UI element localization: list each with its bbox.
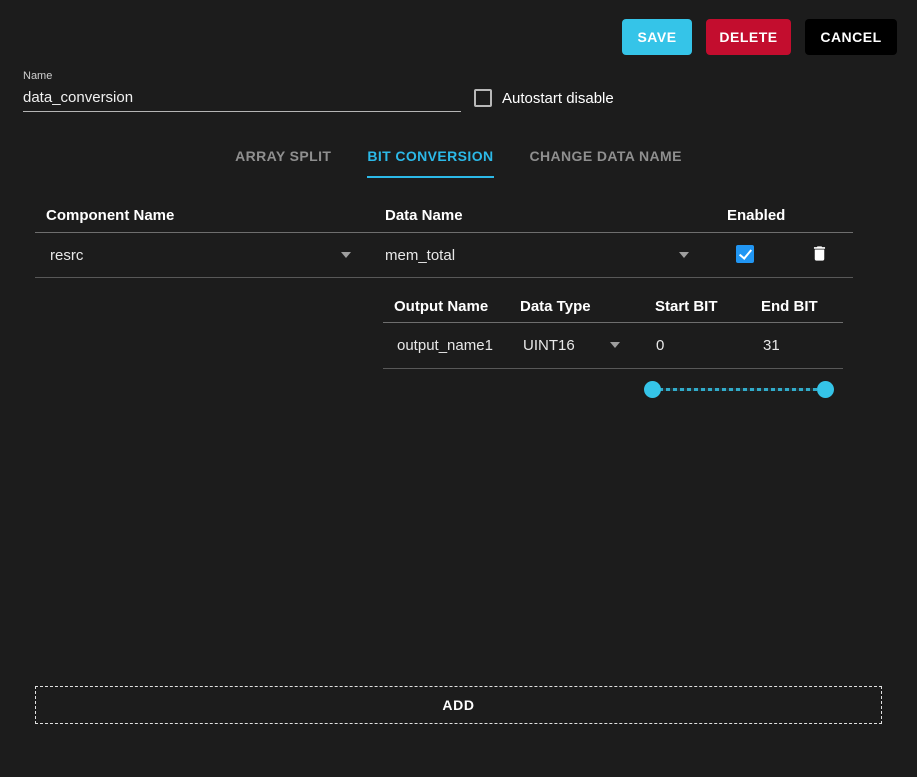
tab-change-data-name[interactable]: CHANGE DATA NAME <box>530 138 682 178</box>
component-name-select[interactable]: resrc <box>50 247 83 264</box>
column-header-enabled: Enabled <box>727 207 785 224</box>
enabled-checkbox[interactable] <box>736 245 754 263</box>
autostart-label: Autostart disable <box>502 90 614 107</box>
column-header-start-bit: Start BIT <box>655 298 718 315</box>
slider-handle-end[interactable] <box>817 381 834 398</box>
row-divider <box>35 277 853 278</box>
delete-button[interactable]: DELETE <box>706 19 791 55</box>
chevron-down-icon[interactable] <box>679 252 689 258</box>
cancel-button[interactable]: CANCEL <box>805 19 897 55</box>
data-type-select[interactable]: UINT16 <box>523 337 575 354</box>
subtable-header-divider <box>383 322 843 323</box>
data-name-select[interactable]: mem_total <box>385 247 455 264</box>
tab-array-split[interactable]: ARRAY SPLIT <box>235 138 331 178</box>
slider-handle-start[interactable] <box>644 381 661 398</box>
header-divider <box>35 232 853 233</box>
tab-bar: ARRAY SPLIT BIT CONVERSION CHANGE DATA N… <box>0 138 917 178</box>
chevron-down-icon[interactable] <box>610 342 620 348</box>
subtable-row-divider <box>383 368 843 369</box>
column-header-output-name: Output Name <box>394 298 488 315</box>
tab-bit-conversion[interactable]: BIT CONVERSION <box>367 138 493 178</box>
column-header-data-type: Data Type <box>520 298 591 315</box>
end-bit-value[interactable]: 31 <box>763 337 780 354</box>
name-field-label: Name <box>23 70 52 82</box>
column-header-data-name: Data Name <box>385 207 463 224</box>
autostart-checkbox[interactable] <box>474 89 492 107</box>
add-button[interactable]: ADD <box>35 686 882 724</box>
column-header-end-bit: End BIT <box>761 298 818 315</box>
chevron-down-icon[interactable] <box>341 252 351 258</box>
output-name-field[interactable]: output_name1 <box>397 337 493 354</box>
name-input[interactable]: data_conversion <box>23 86 461 112</box>
column-header-component-name: Component Name <box>46 207 174 224</box>
trash-icon[interactable] <box>810 243 829 264</box>
autostart-disable-option[interactable]: Autostart disable <box>474 89 614 107</box>
slider-track[interactable] <box>652 388 825 391</box>
start-bit-value[interactable]: 0 <box>656 337 664 354</box>
save-button[interactable]: SAVE <box>622 19 692 55</box>
